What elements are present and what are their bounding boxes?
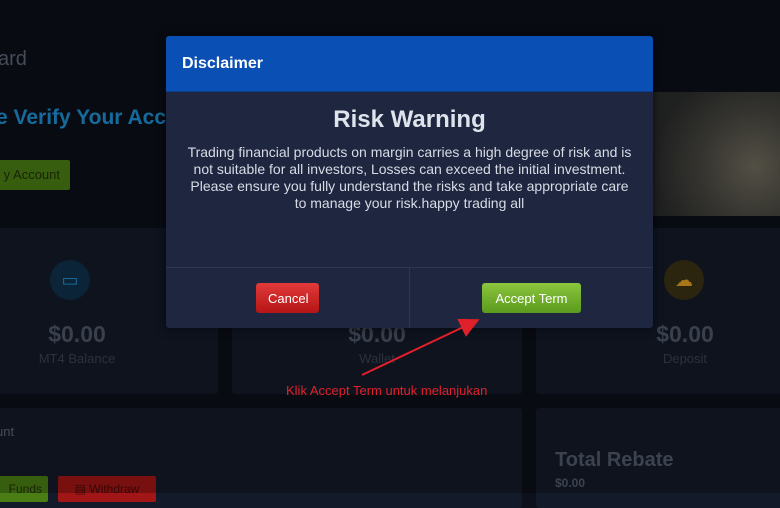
annotation-arrow <box>361 318 480 376</box>
annotation-text: Klik Accept Term untuk melanjukan <box>286 383 488 398</box>
